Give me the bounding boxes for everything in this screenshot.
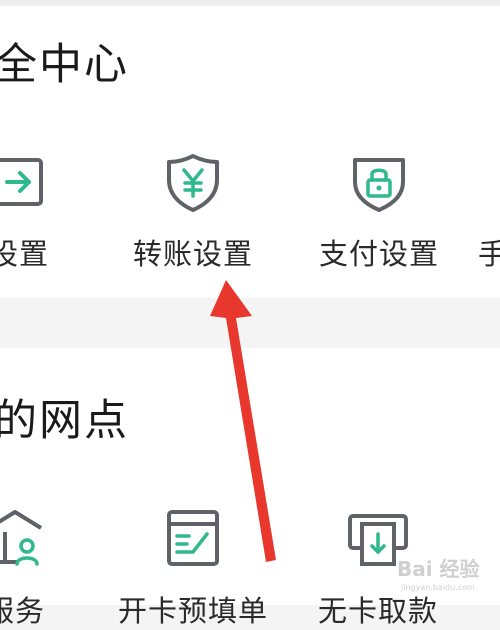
transfer-settings-item[interactable]: 转账设置	[118, 140, 268, 280]
outlets-title: 的网点	[0, 396, 129, 446]
item-label: 开卡预填单	[118, 594, 269, 628]
item-label: 服务	[0, 594, 45, 628]
bank-person-icon	[0, 506, 47, 570]
security-center-title: 全中心	[0, 40, 129, 90]
card-prefill-form-item[interactable]: 开卡预填单	[118, 500, 268, 628]
watermark-subtext: jingyan.baidu.com	[400, 583, 475, 592]
payment-settings-item[interactable]: 支付设置	[304, 140, 454, 280]
item-label: 手	[478, 237, 500, 271]
baidu-watermark: Bai 经验 jingyan.baidu.com	[395, 550, 490, 595]
outlet-service-item[interactable]: 服务	[0, 500, 90, 628]
transfer-limit-setting-item[interactable]: 设置	[0, 140, 94, 280]
watermark-logo-icon: Bai 经验 jingyan.baidu.com	[397, 557, 480, 592]
watermark-text: Bai 经验	[397, 557, 480, 581]
item-label: 转账设置	[132, 237, 253, 271]
partial-setting-item[interactable]: 手	[478, 140, 500, 280]
transfer-arrow-icon	[0, 150, 51, 214]
item-label: 支付设置	[318, 237, 439, 271]
shield-yen-icon	[161, 150, 225, 214]
form-pen-icon	[161, 506, 225, 570]
item-label: 设置	[0, 237, 49, 271]
shield-lock-icon	[347, 150, 411, 214]
